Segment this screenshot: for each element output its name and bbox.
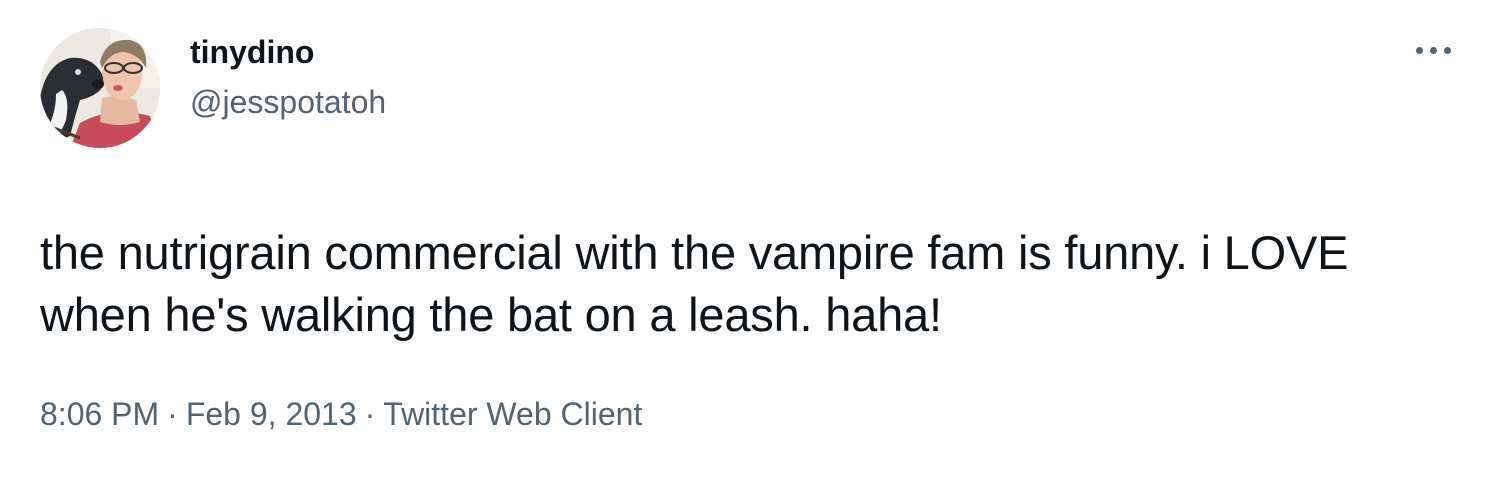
meta-separator: · bbox=[167, 396, 178, 432]
tweet-text: the nutrigrain commercial with the vampi… bbox=[40, 226, 1349, 341]
tweet-card: tinydino @jesspotatoh the nutrigrain com… bbox=[0, 0, 1497, 479]
meta-separator: · bbox=[364, 396, 376, 432]
tweet-client[interactable]: Twitter Web Client bbox=[383, 396, 642, 432]
avatar[interactable] bbox=[40, 28, 160, 148]
tweet-meta: 8:06 PM · Feb 9, 2013 · Twitter Web Client bbox=[40, 396, 642, 433]
avatar-photo bbox=[40, 28, 160, 148]
display-name[interactable]: tinydino bbox=[190, 34, 314, 71]
tweet-date[interactable]: Feb 9, 2013 bbox=[186, 396, 357, 432]
user-handle[interactable]: @jesspotatoh bbox=[190, 84, 386, 121]
more-horizontal-icon bbox=[1430, 47, 1437, 54]
tweet-time[interactable]: 8:06 PM bbox=[40, 396, 159, 432]
more-options-button[interactable] bbox=[1406, 30, 1462, 70]
more-horizontal-icon bbox=[1416, 47, 1423, 54]
more-horizontal-icon bbox=[1444, 47, 1451, 54]
